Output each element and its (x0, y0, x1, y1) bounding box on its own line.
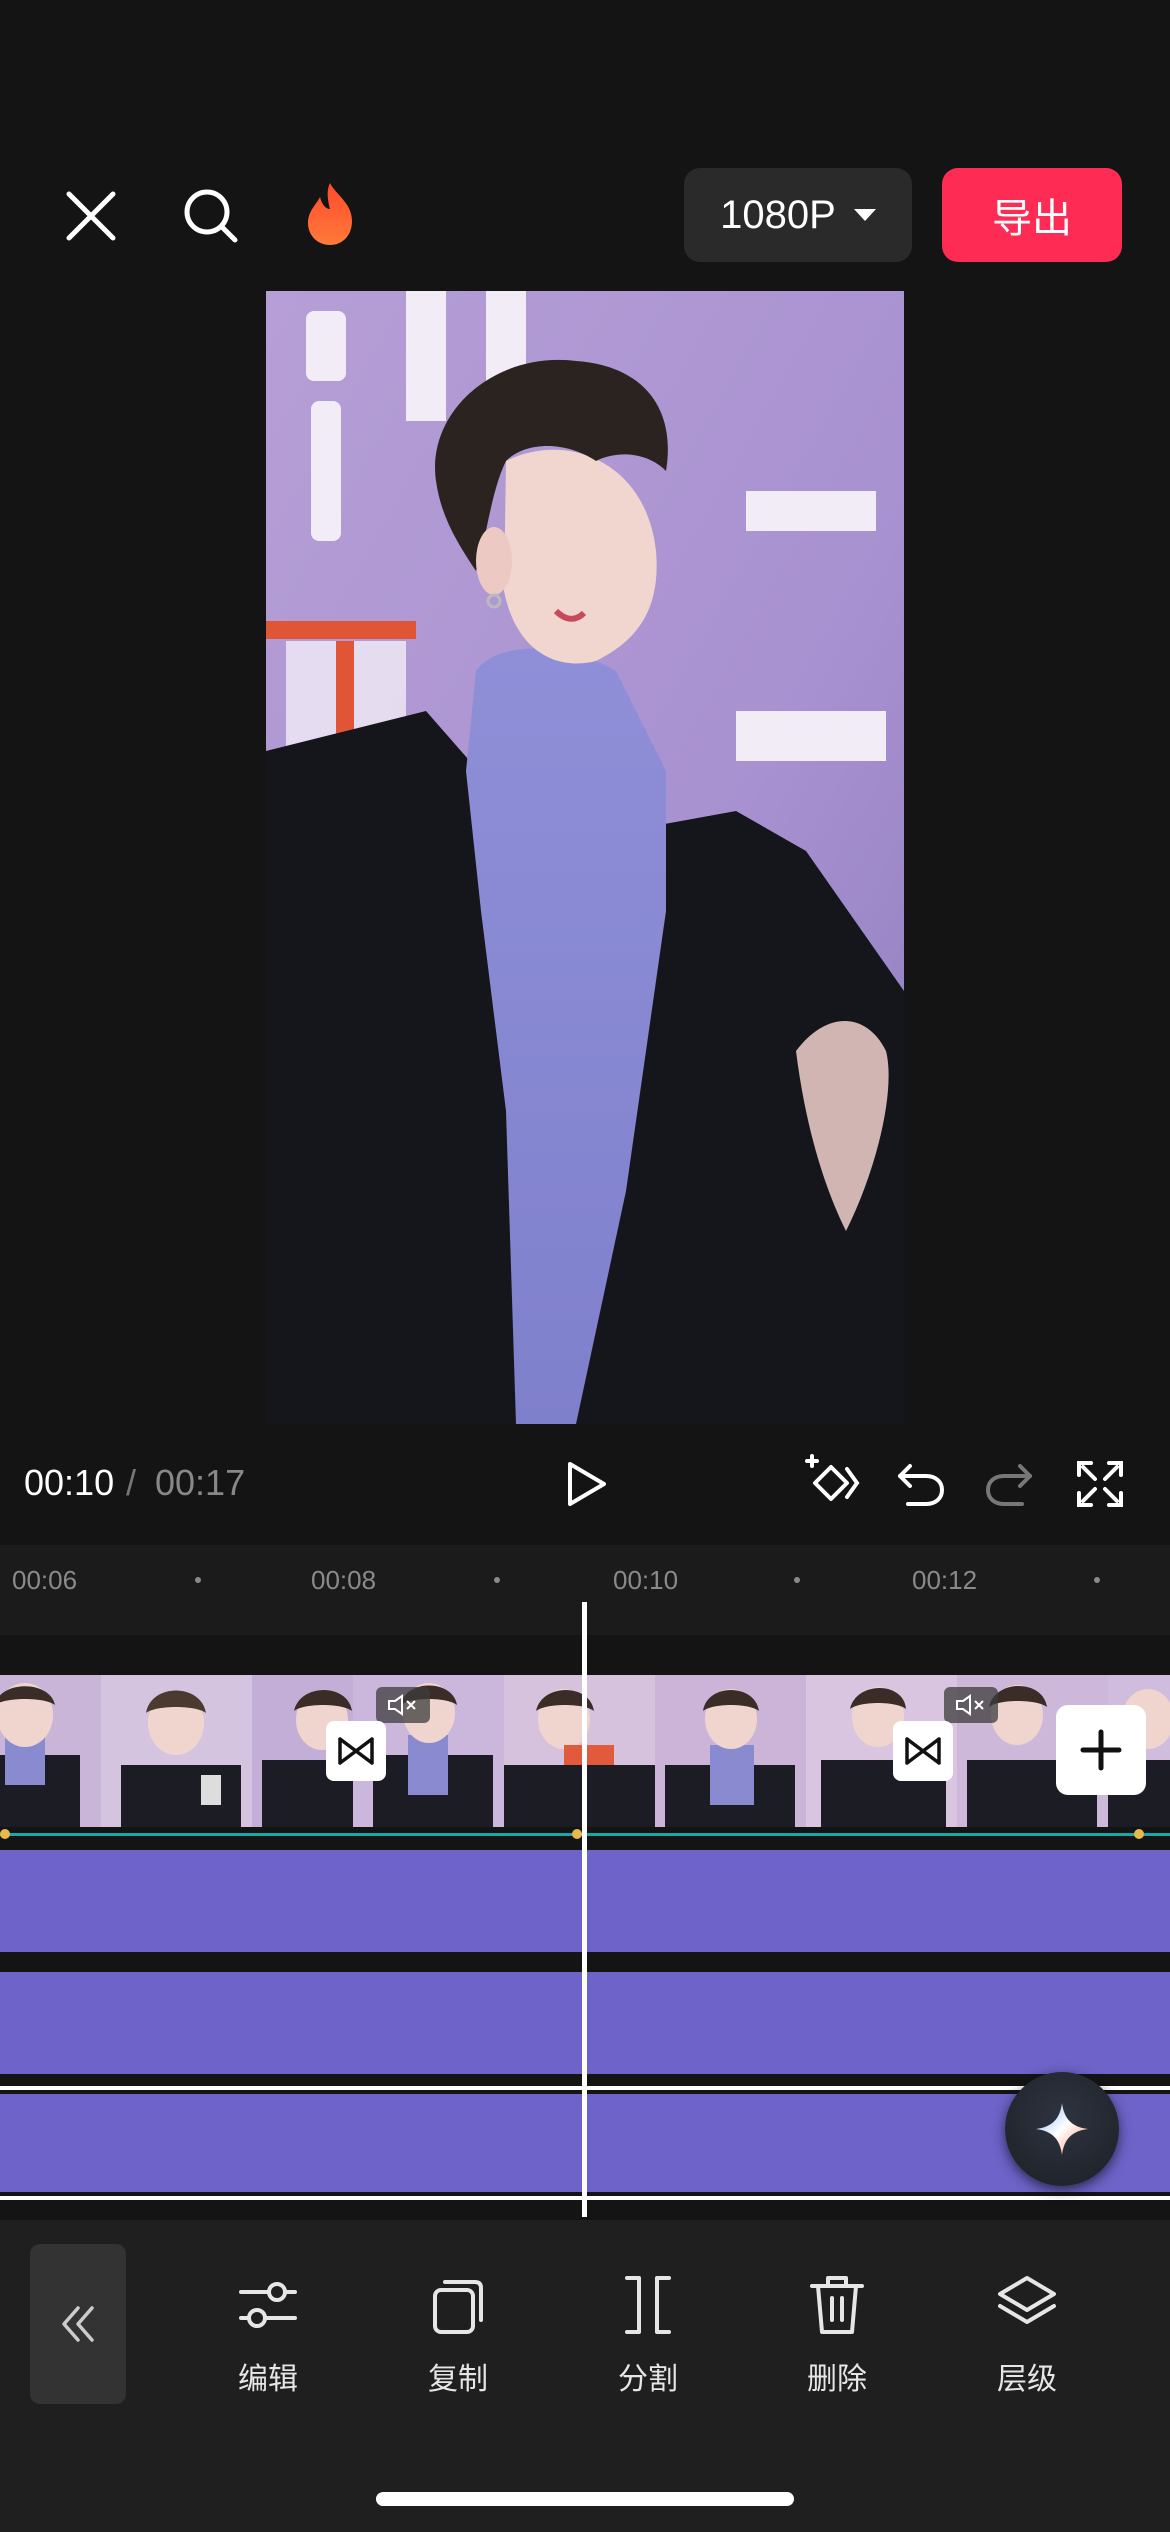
close-button[interactable] (56, 186, 126, 246)
mute-icon (376, 1687, 430, 1723)
keyframe-dot[interactable] (0, 1829, 10, 1839)
clip-thumbnail (101, 1675, 252, 1827)
current-time: 00:10 (24, 1462, 115, 1503)
export-label: 导出 (992, 196, 1072, 242)
home-indicator[interactable] (376, 2492, 794, 2506)
keyframe-dot[interactable] (1134, 1829, 1144, 1839)
chevron-down-icon (853, 209, 876, 221)
search-button[interactable] (176, 184, 246, 248)
toolbar-item-label: 复制 (428, 2362, 488, 2397)
ai-assistant-button[interactable] (1005, 2072, 1119, 2186)
add-clip-button[interactable] (1056, 1705, 1146, 1795)
toolbar-item-layers[interactable]: 层级 (952, 2270, 1102, 2398)
search-icon (184, 189, 238, 243)
fullscreen-icon (1077, 1461, 1123, 1507)
tick-label: 00:12 (912, 1565, 978, 1595)
close-icon (66, 191, 116, 241)
play-icon (568, 1462, 606, 1506)
double-chevron-left-icon (62, 2306, 94, 2342)
tick-dot (794, 1577, 800, 1583)
play-button[interactable] (556, 1454, 616, 1514)
copy-icon (433, 2280, 483, 2334)
fire-icon (308, 183, 352, 245)
time-separator: / (126, 1462, 137, 1503)
keyframe-button[interactable] (800, 1452, 862, 1514)
tick-label: 00:08 (311, 1565, 377, 1595)
plus-icon (1080, 1729, 1122, 1771)
toolbar-item-copy[interactable]: 复制 (383, 2270, 533, 2398)
toolbar-item-label: 分割 (618, 2362, 678, 2397)
clip-thumbnail (504, 1675, 655, 1827)
transition-button[interactable] (893, 1721, 953, 1781)
tick-dot (1094, 1577, 1100, 1583)
preview-frame (266, 291, 904, 1424)
collapse-button[interactable] (30, 2244, 126, 2404)
redo-button[interactable] (980, 1454, 1040, 1514)
mute-icon (944, 1687, 998, 1723)
playhead[interactable] (582, 1602, 587, 2217)
hot-button[interactable] (298, 178, 362, 250)
keyframe-dot[interactable] (572, 1829, 582, 1839)
layers-icon (998, 2276, 1056, 2324)
toolbar-item-label: 删除 (807, 2362, 867, 2397)
tick-dot (195, 1577, 201, 1583)
sparkle-icon (1036, 2103, 1088, 2155)
video-preview[interactable] (266, 291, 904, 1424)
trash-icon (810, 2276, 864, 2334)
clip-thumbnail (0, 1675, 101, 1827)
toolbar-item-edit[interactable]: 编辑 (193, 2270, 343, 2398)
transition-button[interactable] (326, 1721, 386, 1781)
redo-icon (985, 1464, 1032, 1506)
resolution-value: 1080P (720, 192, 836, 237)
split-icon (625, 2276, 671, 2334)
clip-thumbnail (655, 1675, 806, 1827)
undo-icon (898, 1464, 945, 1506)
transition-icon (338, 1737, 374, 1765)
toolbar-item-split[interactable]: 分割 (573, 2270, 723, 2398)
toolbar-item-label: 编辑 (238, 2362, 298, 2397)
resolution-select[interactable]: 1080P (684, 168, 912, 262)
tick-label: 00:10 (613, 1565, 679, 1595)
export-button[interactable]: 导出 (942, 168, 1122, 262)
undo-button[interactable] (890, 1454, 950, 1514)
sliders-icon (239, 2282, 297, 2328)
keyframe-icon (805, 1454, 860, 1501)
total-time: 00:17 (155, 1462, 246, 1503)
tick-dot (494, 1577, 500, 1583)
transition-icon (905, 1737, 941, 1765)
toolbar-item-delete[interactable]: 删除 (762, 2270, 912, 2398)
tick-label: 00:06 (12, 1565, 78, 1595)
fullscreen-button[interactable] (1070, 1454, 1130, 1514)
toolbar-item-label: 层级 (997, 2362, 1057, 2397)
